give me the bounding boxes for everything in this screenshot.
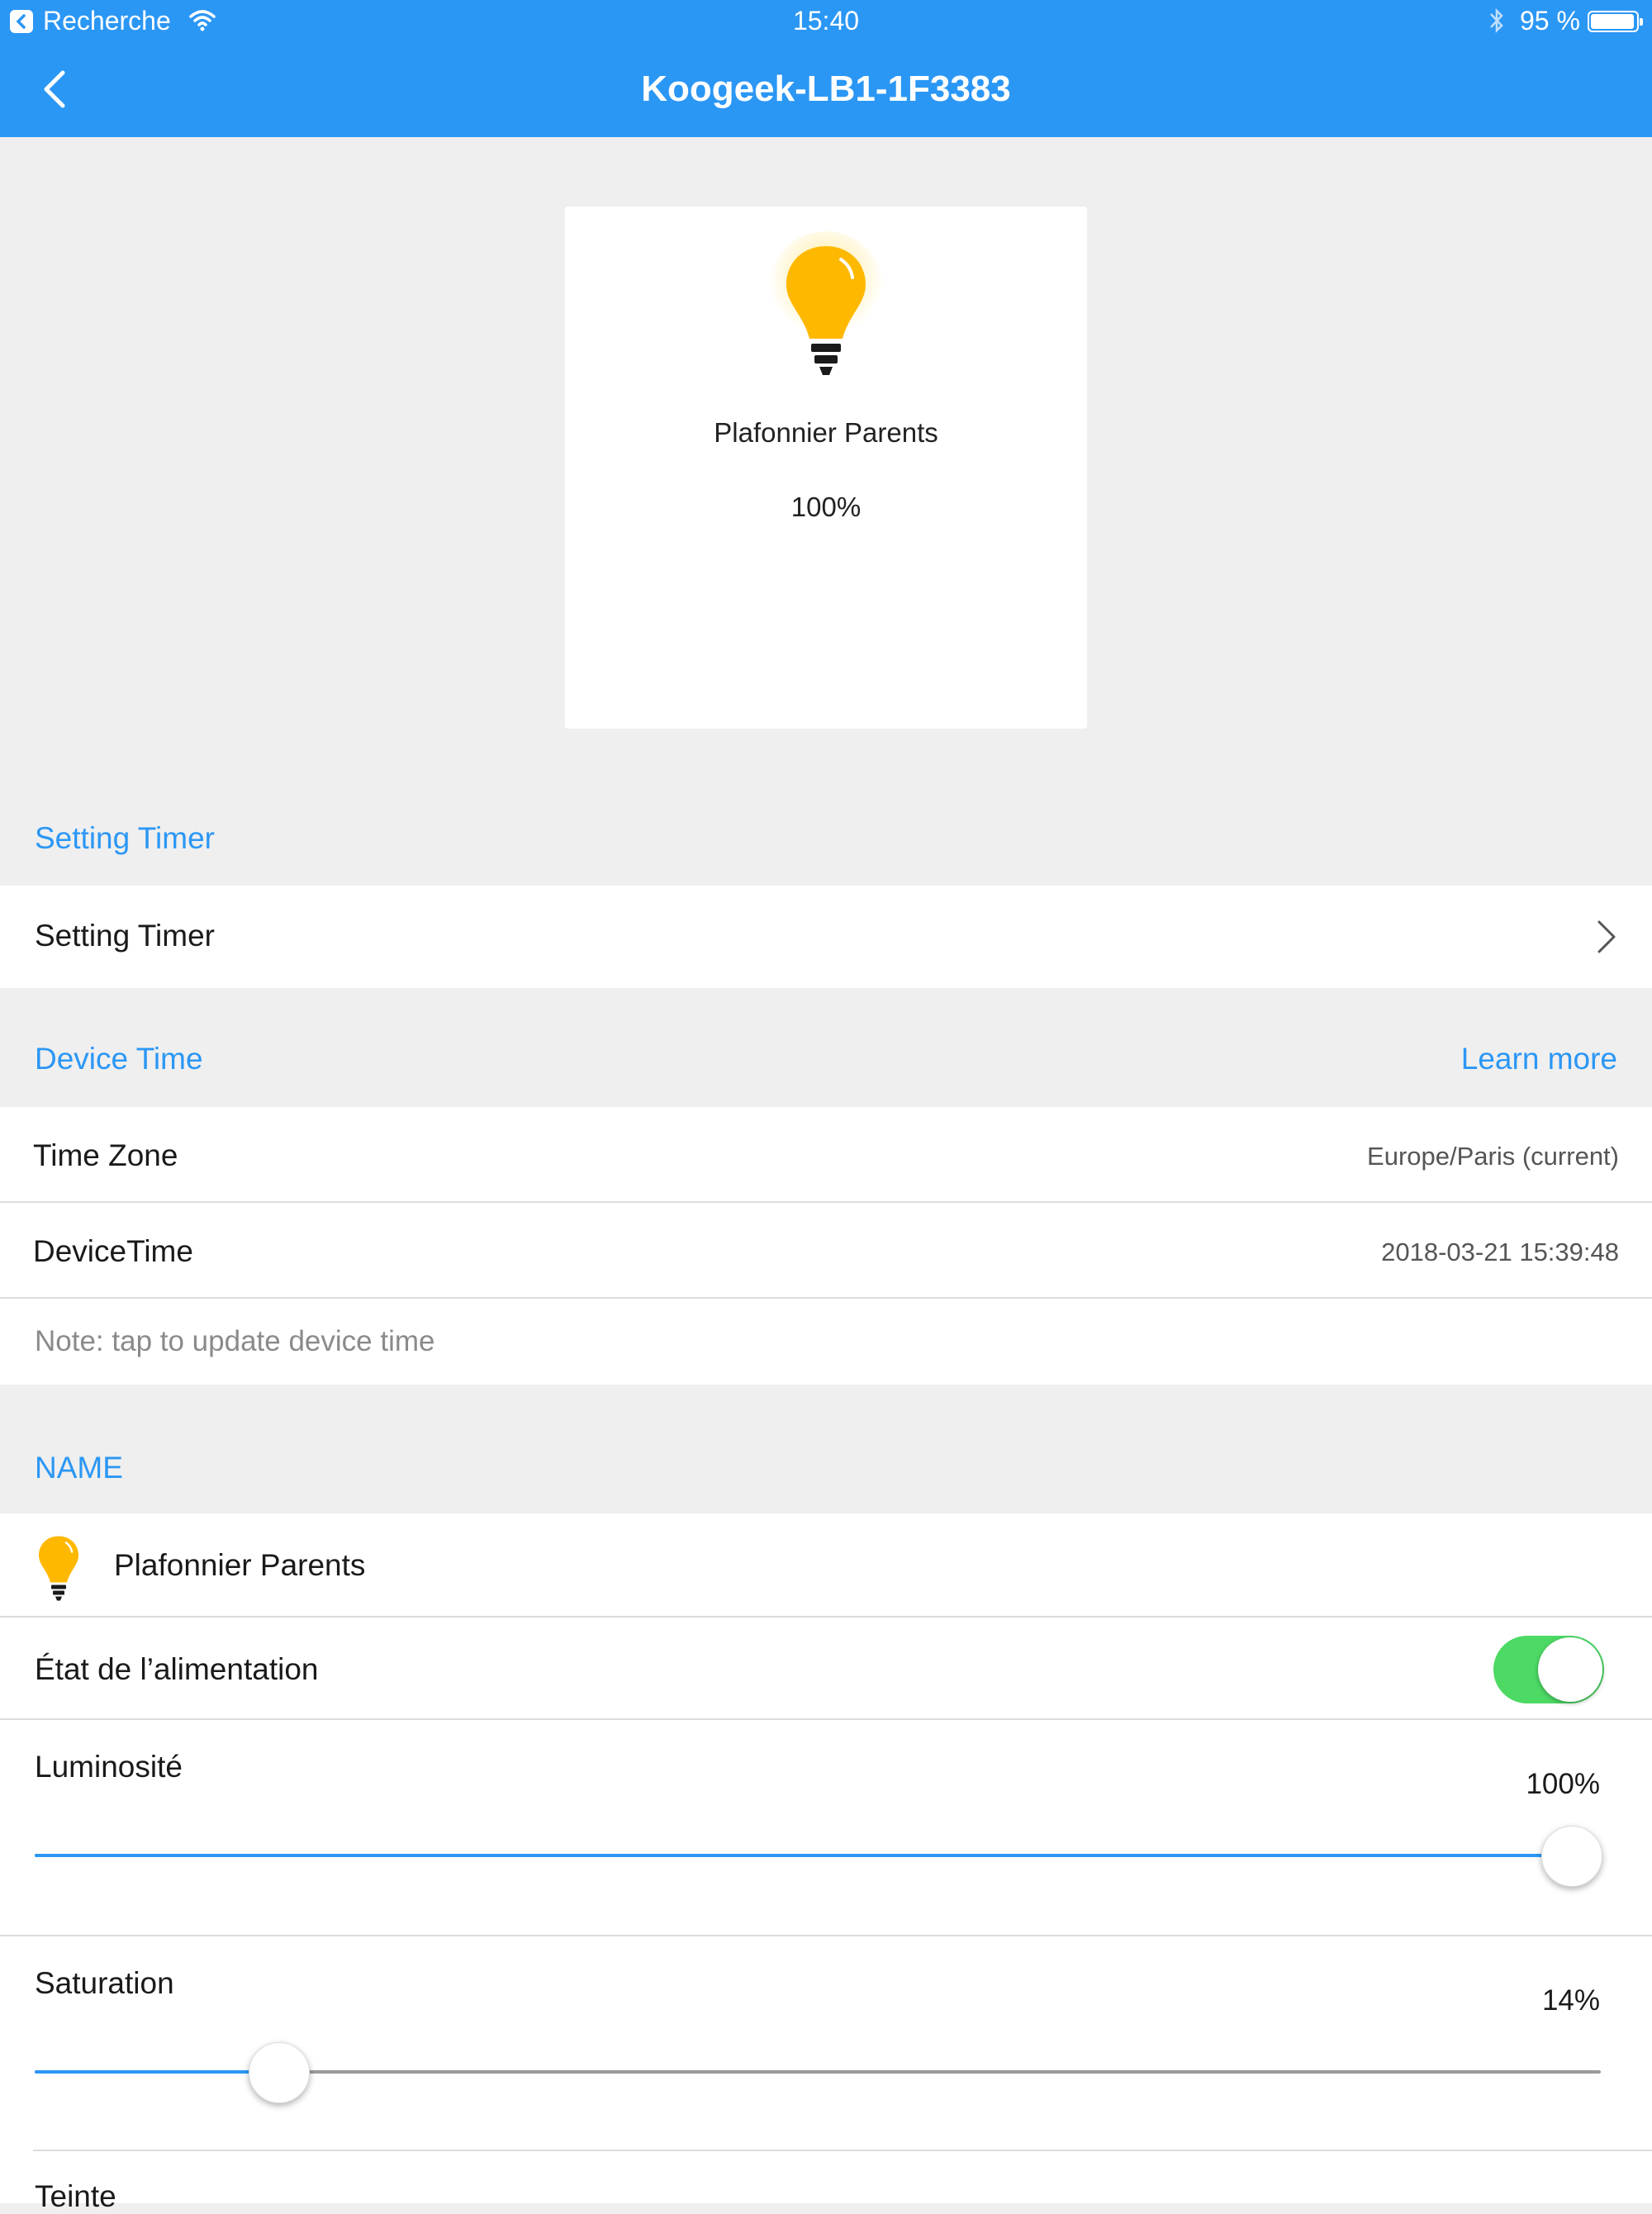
device-time-note: Note: tap to update device time <box>35 1325 435 1357</box>
device-name-row[interactable]: Plafonnier Parents <box>0 1513 1652 1616</box>
device-name-label: Plafonnier Parents <box>114 1548 366 1582</box>
power-toggle[interactable] <box>1493 1636 1604 1703</box>
power-state-label: État de l’alimentation <box>35 1652 319 1686</box>
saturation-label: Saturation <box>35 1966 174 2000</box>
time-zone-row[interactable]: Time Zone Europe/Paris (current) <box>0 1107 1652 1201</box>
power-toggle-knob <box>1538 1637 1602 1702</box>
saturation-track-fill <box>35 2070 278 2074</box>
bulb-icon <box>39 1536 78 1601</box>
device-card[interactable]: Plafonnier Parents 100% <box>565 207 1087 729</box>
brightness-slider-knob[interactable] <box>1541 1826 1602 1887</box>
battery-icon <box>1588 11 1643 32</box>
saturation-slider-knob[interactable] <box>248 2042 310 2103</box>
card-brightness-level: 100% <box>790 492 862 522</box>
brightness-label: Luminosité <box>35 1750 183 1784</box>
device-time-label: DeviceTime <box>33 1234 193 1268</box>
time-zone-value: Europe/Paris (current) <box>1367 1142 1619 1171</box>
setting-timer-row[interactable]: Setting Timer <box>0 886 1652 988</box>
brightness-row: Luminosité 100% <box>0 1720 1652 1935</box>
hue-row: Teinte <box>0 2151 1652 2213</box>
learn-more-link[interactable]: Learn more <box>1461 1042 1617 1076</box>
device-time-row[interactable]: DeviceTime 2018-03-21 15:39:48 <box>0 1203 1652 1297</box>
name-section-header: NAME <box>35 1451 123 1485</box>
time-zone-label: Time Zone <box>33 1138 178 1172</box>
nav-title: Koogeek-LB1-1F3383 <box>641 69 1011 109</box>
bulb-icon <box>768 231 884 375</box>
saturation-value: 14% <box>1541 1984 1600 2017</box>
bluetooth-icon <box>1490 7 1503 34</box>
timer-section-header: Setting Timer <box>35 821 215 855</box>
saturation-row: Saturation 14% <box>0 1936 1652 2151</box>
battery-percent: 95 % <box>1520 6 1580 36</box>
device-time-note-row[interactable]: Note: tap to update device time <box>0 1299 1652 1385</box>
setting-timer-label: Setting Timer <box>35 919 215 953</box>
device-time-value: 2018-03-21 15:39:48 <box>1381 1238 1619 1266</box>
status-time: 15:40 <box>792 6 860 36</box>
brightness-value: 100% <box>1526 1768 1600 1800</box>
brightness-track-fill <box>35 1854 1571 1857</box>
device-time-section-header: Device Time <box>35 1042 203 1076</box>
card-device-name: Plafonnier Parents <box>714 417 938 448</box>
power-state-row: État de l’alimentation <box>0 1618 1652 1718</box>
chevron-right-icon <box>1597 920 1616 953</box>
top-bar: Recherche 15:40 95 % Koogeek-LB1-1F3383 <box>0 0 1652 137</box>
hue-label: Teinte <box>35 2179 116 2213</box>
